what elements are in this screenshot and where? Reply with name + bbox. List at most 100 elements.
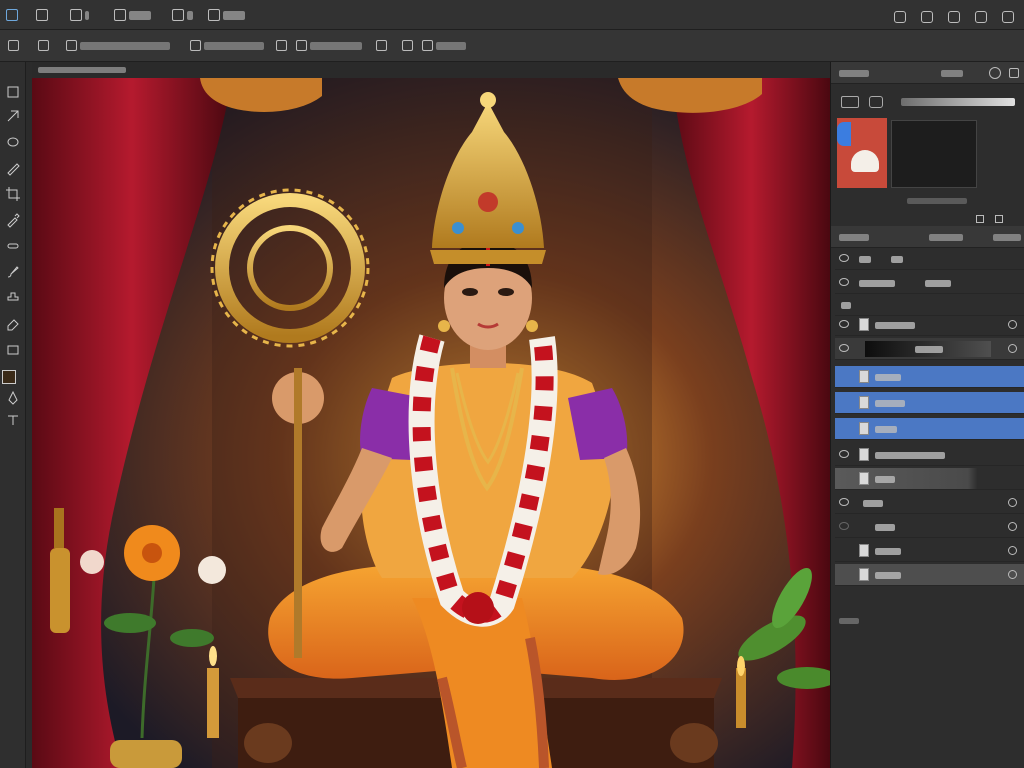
close-icon[interactable]	[989, 67, 1001, 79]
eye-icon[interactable]	[839, 278, 849, 286]
layer-name	[875, 524, 895, 531]
options-group-5[interactable]	[376, 40, 387, 52]
eye-icon[interactable]	[839, 320, 849, 328]
marquee-tool-icon[interactable]	[5, 108, 21, 124]
layer-thumbnail	[859, 544, 869, 557]
text-tool-icon[interactable]	[5, 412, 21, 428]
home-icon[interactable]	[8, 40, 19, 52]
brush-tool-icon[interactable]	[5, 264, 21, 280]
layer-row-selected[interactable]	[835, 366, 1024, 388]
layer-row[interactable]	[835, 294, 1024, 316]
eye-icon[interactable]	[839, 498, 849, 506]
pen-tool-icon[interactable]	[5, 390, 21, 406]
layer-name	[841, 302, 851, 309]
menu-bar	[0, 0, 1024, 30]
layer-options-icon[interactable]	[1008, 498, 1017, 507]
quick-select-tool-icon[interactable]	[5, 160, 21, 176]
app-icon[interactable]	[6, 9, 18, 21]
link-icon[interactable]	[839, 450, 849, 458]
eye-icon[interactable]	[839, 522, 849, 530]
eyedropper-tool-icon[interactable]	[5, 212, 21, 228]
layer-thumbnail	[859, 318, 869, 331]
help-icon[interactable]	[974, 11, 987, 23]
options-group-3[interactable]	[276, 40, 287, 52]
options-group-6[interactable]	[402, 40, 413, 52]
layers-tab-3[interactable]	[993, 234, 1021, 241]
layer-row-selected[interactable]	[835, 392, 1024, 414]
color-panel-controls[interactable]	[976, 208, 1012, 242]
image-canvas[interactable]	[32, 78, 830, 768]
eye-icon[interactable]	[839, 254, 849, 262]
layer-options-icon[interactable]	[1008, 522, 1017, 531]
options-bar	[0, 30, 1024, 62]
swap-icon[interactable]	[869, 96, 883, 108]
lasso-tool-icon[interactable]	[5, 134, 21, 150]
gradient-tool-icon[interactable]	[5, 342, 21, 358]
search-icon[interactable]	[893, 11, 906, 23]
layer-name	[875, 374, 901, 381]
color-preview	[891, 120, 977, 188]
options-group-2[interactable]	[190, 40, 264, 52]
layer-row[interactable]	[835, 314, 1024, 336]
layer-name	[875, 322, 915, 329]
share-icon[interactable]	[947, 11, 960, 23]
layer-row-selected[interactable]	[835, 418, 1024, 440]
staff	[294, 368, 302, 658]
color-panel-tab-2[interactable]	[941, 70, 963, 77]
color-panel-tab-1[interactable]	[839, 70, 869, 77]
tool-preset-picker[interactable]	[38, 40, 49, 52]
layer-row[interactable]	[835, 540, 1024, 562]
eyedropper-icon[interactable]	[841, 96, 859, 108]
layer-row[interactable]	[835, 272, 1024, 294]
layer-name	[915, 346, 943, 353]
layer-options-icon[interactable]	[1008, 320, 1017, 329]
layer-name	[859, 256, 871, 263]
eraser-tool-icon[interactable]	[5, 316, 21, 332]
move-tool-icon[interactable]	[5, 84, 21, 100]
menu-item-layer[interactable]	[172, 9, 193, 21]
layers-footer	[839, 618, 859, 624]
workspace-icon[interactable]	[920, 11, 933, 23]
layer-thumbnail	[859, 568, 869, 581]
menu-item-select[interactable]	[208, 9, 245, 21]
minimize-icon[interactable]	[1002, 11, 1014, 23]
layer-name	[875, 400, 905, 407]
eye-icon[interactable]	[839, 344, 849, 352]
right-panels	[830, 62, 1024, 768]
crop-tool-icon[interactable]	[5, 186, 21, 202]
options-group-4[interactable]	[296, 40, 362, 52]
layer-row[interactable]	[835, 468, 1024, 490]
layers-tab-1[interactable]	[839, 234, 869, 241]
layer-thumbnail	[859, 422, 869, 435]
layer-row[interactable]	[835, 338, 1024, 360]
layer-row[interactable]	[835, 564, 1024, 586]
options-group-7[interactable]	[422, 40, 466, 52]
layer-name	[875, 476, 895, 483]
layer-options-icon[interactable]	[1008, 344, 1017, 353]
blue-swatch[interactable]	[837, 122, 851, 146]
color-slider[interactable]	[901, 98, 1015, 106]
layer-thumbnail	[859, 396, 869, 409]
layer-options-icon[interactable]	[1008, 546, 1017, 555]
menu-icon[interactable]	[1009, 68, 1019, 78]
menu-item-edit[interactable]	[70, 9, 89, 21]
layer-row[interactable]	[835, 492, 1024, 514]
document-tab[interactable]	[32, 62, 830, 78]
color-panel-header	[831, 62, 1024, 84]
layer-row[interactable]	[835, 444, 1024, 466]
stamp-tool-icon[interactable]	[5, 290, 21, 306]
layer-row[interactable]	[835, 248, 1024, 270]
menu-item-image[interactable]	[114, 9, 151, 21]
layer-name	[875, 452, 945, 459]
options-group-1[interactable]	[66, 40, 170, 52]
healing-tool-icon[interactable]	[5, 238, 21, 254]
layers-tab-2[interactable]	[929, 234, 963, 241]
cloud-icon	[851, 150, 879, 172]
layer-row[interactable]	[835, 516, 1024, 538]
color-swatches[interactable]	[837, 118, 887, 188]
color-range-bar[interactable]	[907, 198, 967, 204]
image-editor-window	[0, 0, 1024, 768]
foreground-color-swatch[interactable]	[2, 370, 16, 384]
layer-options-icon[interactable]	[1008, 570, 1017, 579]
menu-item-file[interactable]	[36, 9, 51, 21]
